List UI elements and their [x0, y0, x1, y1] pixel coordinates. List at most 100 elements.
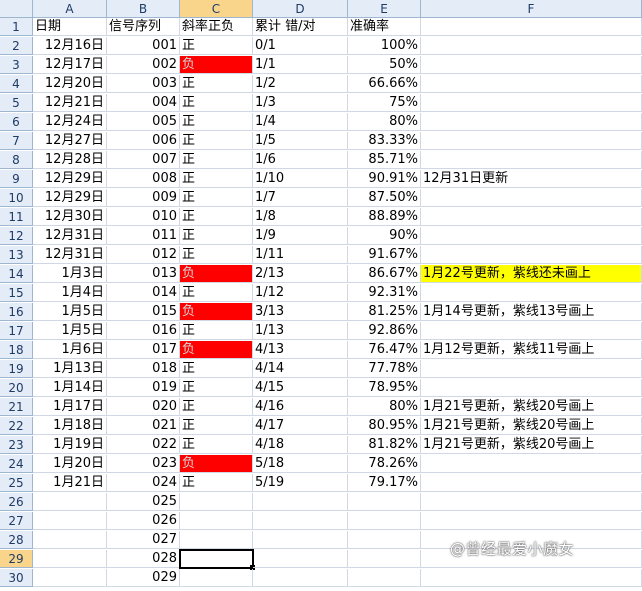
cell-e3[interactable]: 50%: [348, 56, 421, 74]
cell-a11[interactable]: 12月30日: [33, 208, 107, 226]
cell-d29[interactable]: [253, 550, 348, 568]
row-header-3[interactable]: 3: [0, 56, 33, 74]
cell-b28[interactable]: 027: [107, 531, 180, 549]
row-header-28[interactable]: 28: [0, 531, 33, 549]
cell-d10[interactable]: 1/7: [253, 189, 348, 207]
cell-d30[interactable]: [253, 569, 348, 587]
cell-e22[interactable]: 80.95%: [348, 417, 421, 435]
cell-c30[interactable]: [180, 569, 253, 587]
cell-a15[interactable]: 1月4日: [33, 284, 107, 302]
cell-f26[interactable]: [421, 493, 642, 511]
cell-b14[interactable]: 013: [107, 265, 180, 283]
row-header-10[interactable]: 10: [0, 189, 33, 207]
row-header-15[interactable]: 15: [0, 284, 33, 302]
cell-c17[interactable]: 正: [180, 322, 253, 340]
column-header-c[interactable]: C: [180, 0, 253, 18]
cell-d23[interactable]: 4/18: [253, 436, 348, 454]
cell-c8[interactable]: 正: [180, 151, 253, 169]
cell-d21[interactable]: 4/16: [253, 398, 348, 416]
cell-a27[interactable]: [33, 512, 107, 530]
cell-e18[interactable]: 76.47%: [348, 341, 421, 359]
row-header-17[interactable]: 17: [0, 322, 33, 340]
cell-f15[interactable]: [421, 284, 642, 302]
cell-a10[interactable]: 12月29日: [33, 189, 107, 207]
cell-d8[interactable]: 1/6: [253, 151, 348, 169]
cell-f24[interactable]: [421, 455, 642, 473]
cell-a25[interactable]: 1月21日: [33, 474, 107, 492]
cell-a3[interactable]: 12月17日: [33, 56, 107, 74]
cell-c28[interactable]: [180, 531, 253, 549]
row-header-20[interactable]: 20: [0, 379, 33, 397]
cell-e15[interactable]: 92.31%: [348, 284, 421, 302]
row-header-30[interactable]: 30: [0, 569, 33, 587]
cell-e5[interactable]: 75%: [348, 94, 421, 112]
cell-e6[interactable]: 80%: [348, 113, 421, 131]
cell-a18[interactable]: 1月6日: [33, 341, 107, 359]
cell-e2[interactable]: 100%: [348, 37, 421, 55]
cell-b18[interactable]: 017: [107, 341, 180, 359]
row-header-2[interactable]: 2: [0, 37, 33, 55]
cell-a4[interactable]: 12月20日: [33, 75, 107, 93]
cell-b17[interactable]: 016: [107, 322, 180, 340]
cell-d28[interactable]: [253, 531, 348, 549]
cell-a17[interactable]: 1月5日: [33, 322, 107, 340]
row-header-18[interactable]: 18: [0, 341, 33, 359]
cell-a12[interactable]: 12月31日: [33, 227, 107, 245]
cell-d18[interactable]: 4/13: [253, 341, 348, 359]
select-all-corner[interactable]: [0, 0, 33, 18]
cell-d25[interactable]: 5/19: [253, 474, 348, 492]
cell-c3[interactable]: 负: [180, 56, 253, 74]
cell-b29[interactable]: 028: [107, 550, 180, 568]
cell-e10[interactable]: 87.50%: [348, 189, 421, 207]
row-header-16[interactable]: 16: [0, 303, 33, 321]
cell-e26[interactable]: [348, 493, 421, 511]
cell-b15[interactable]: 014: [107, 284, 180, 302]
cell-b16[interactable]: 015: [107, 303, 180, 321]
cell-e4[interactable]: 66.66%: [348, 75, 421, 93]
row-header-22[interactable]: 22: [0, 417, 33, 435]
cell-a23[interactable]: 1月19日: [33, 436, 107, 454]
cell-a14[interactable]: 1月3日: [33, 265, 107, 283]
cell-d20[interactable]: 4/15: [253, 379, 348, 397]
row-header-27[interactable]: 27: [0, 512, 33, 530]
cell-d13[interactable]: 1/11: [253, 246, 348, 264]
cell-a9[interactable]: 12月29日: [33, 170, 107, 188]
row-header-6[interactable]: 6: [0, 113, 33, 131]
cell-d22[interactable]: 4/17: [253, 417, 348, 435]
cell-f4[interactable]: [421, 75, 642, 93]
cell-d24[interactable]: 5/18: [253, 455, 348, 473]
cell-b3[interactable]: 002: [107, 56, 180, 74]
row-header-19[interactable]: 19: [0, 360, 33, 378]
column-header-d[interactable]: D: [253, 0, 348, 18]
row-header-7[interactable]: 7: [0, 132, 33, 150]
cell-c7[interactable]: 正: [180, 132, 253, 150]
row-header-25[interactable]: 25: [0, 474, 33, 492]
cell-c26[interactable]: [180, 493, 253, 511]
cell-a2[interactable]: 12月16日: [33, 37, 107, 55]
cell-d6[interactable]: 1/4: [253, 113, 348, 131]
cell-e11[interactable]: 88.89%: [348, 208, 421, 226]
row-header-1[interactable]: 1: [0, 18, 33, 36]
cell-b1[interactable]: 信号序列: [107, 18, 180, 36]
cell-a28[interactable]: [33, 531, 107, 549]
cell-b7[interactable]: 006: [107, 132, 180, 150]
cell-f16[interactable]: 1月14号更新，紫线13号画上: [421, 303, 642, 321]
cell-e13[interactable]: 91.67%: [348, 246, 421, 264]
cell-c14[interactable]: 负: [180, 265, 253, 283]
cell-f21[interactable]: 1月21号更新，紫线20号画上: [421, 398, 642, 416]
cell-c1[interactable]: 斜率正负: [180, 18, 253, 36]
cell-f30[interactable]: [421, 569, 642, 587]
cell-e27[interactable]: [348, 512, 421, 530]
cell-a22[interactable]: 1月18日: [33, 417, 107, 435]
cell-b25[interactable]: 024: [107, 474, 180, 492]
cell-b13[interactable]: 012: [107, 246, 180, 264]
cell-b4[interactable]: 003: [107, 75, 180, 93]
cell-f18[interactable]: 1月12号更新，紫线11号画上: [421, 341, 642, 359]
cell-f2[interactable]: [421, 37, 642, 55]
cell-c19[interactable]: 正: [180, 360, 253, 378]
cell-d9[interactable]: 1/10: [253, 170, 348, 188]
cell-d2[interactable]: 0/1: [253, 37, 348, 55]
cell-a24[interactable]: 1月20日: [33, 455, 107, 473]
cell-f7[interactable]: [421, 132, 642, 150]
cell-a7[interactable]: 12月27日: [33, 132, 107, 150]
